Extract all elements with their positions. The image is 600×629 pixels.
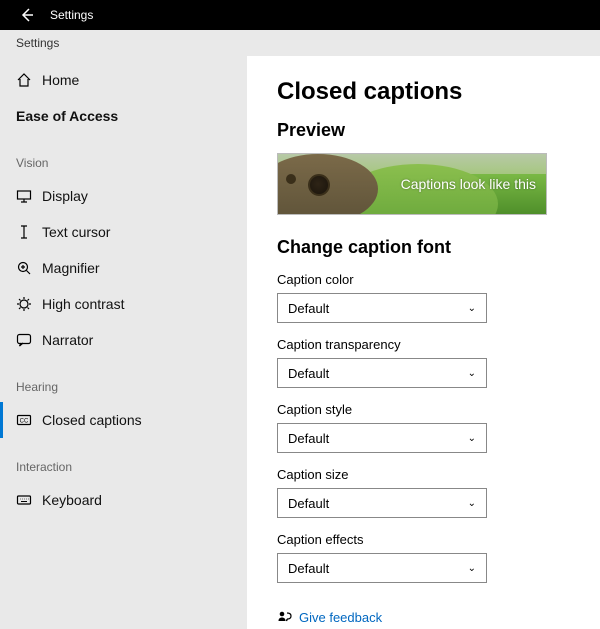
sidebar-item-closed-captions[interactable]: CC Closed captions — [0, 402, 247, 438]
chevron-down-icon: ⌄ — [468, 303, 476, 314]
page-title: Closed captions — [277, 78, 580, 106]
keyboard-icon — [16, 492, 42, 508]
caption-size-label: Caption size — [277, 467, 580, 482]
narrator-icon — [16, 332, 42, 348]
sidebar: Home Ease of Access Vision Display Text … — [0, 56, 247, 629]
sidebar-item-narrator[interactable]: Narrator — [0, 322, 247, 358]
back-arrow-icon — [19, 7, 35, 23]
caption-style-label: Caption style — [277, 402, 580, 417]
svg-text:CC: CC — [20, 419, 29, 425]
feedback-icon — [277, 609, 299, 625]
sidebar-item-label: Text cursor — [42, 224, 110, 240]
caption-style-select[interactable]: Default ⌄ — [277, 423, 487, 453]
caption-transparency-label: Caption transparency — [277, 337, 580, 352]
caption-color-label: Caption color — [277, 272, 580, 287]
sidebar-item-label: Display — [42, 188, 88, 204]
select-value: Default — [288, 366, 329, 381]
section-title-hearing: Hearing — [0, 358, 247, 402]
feedback-label: Give feedback — [299, 610, 382, 625]
sidebar-category-label: Ease of Access — [16, 108, 118, 124]
select-value: Default — [288, 431, 329, 446]
sidebar-item-magnifier[interactable]: Magnifier — [0, 250, 247, 286]
select-value: Default — [288, 496, 329, 511]
subheader-label: Settings — [0, 30, 600, 56]
sidebar-item-high-contrast[interactable]: High contrast — [0, 286, 247, 322]
back-button[interactable] — [8, 7, 46, 23]
chevron-down-icon: ⌄ — [468, 368, 476, 379]
caption-color-select[interactable]: Default ⌄ — [277, 293, 487, 323]
home-icon — [16, 72, 42, 88]
chevron-down-icon: ⌄ — [468, 563, 476, 574]
section-title: Change caption font — [277, 237, 580, 258]
caption-preview: Captions look like this — [277, 153, 547, 215]
chevron-down-icon: ⌄ — [468, 433, 476, 444]
high-contrast-icon — [16, 296, 42, 312]
text-cursor-icon — [16, 224, 42, 240]
preview-window-icon — [286, 174, 296, 184]
sidebar-item-label: Keyboard — [42, 492, 102, 508]
sidebar-item-label: High contrast — [42, 296, 124, 312]
display-icon — [16, 188, 42, 204]
closed-captions-icon: CC — [16, 412, 42, 428]
app-title: Settings — [46, 8, 93, 22]
caption-transparency-select[interactable]: Default ⌄ — [277, 358, 487, 388]
content-pane: Closed captions Preview Captions look li… — [247, 56, 600, 629]
caption-effects-select[interactable]: Default ⌄ — [277, 553, 487, 583]
sidebar-item-label: Closed captions — [42, 412, 142, 428]
caption-size-select[interactable]: Default ⌄ — [277, 488, 487, 518]
magnifier-icon — [16, 260, 42, 276]
sidebar-item-label: Home — [42, 72, 79, 88]
sidebar-item-keyboard[interactable]: Keyboard — [0, 482, 247, 518]
sidebar-category[interactable]: Ease of Access — [0, 98, 247, 134]
sidebar-item-text-cursor[interactable]: Text cursor — [0, 214, 247, 250]
preview-caption-text: Captions look like this — [401, 176, 536, 192]
sidebar-item-label: Magnifier — [42, 260, 100, 276]
select-value: Default — [288, 561, 329, 576]
sidebar-item-label: Narrator — [42, 332, 93, 348]
select-value: Default — [288, 301, 329, 316]
sidebar-item-display[interactable]: Display — [0, 178, 247, 214]
sidebar-item-home[interactable]: Home — [0, 62, 247, 98]
section-title-vision: Vision — [0, 134, 247, 178]
caption-effects-label: Caption effects — [277, 532, 580, 547]
preview-door-icon — [308, 174, 330, 196]
section-title-interaction: Interaction — [0, 438, 247, 482]
preview-title: Preview — [277, 120, 580, 141]
give-feedback-link[interactable]: Give feedback — [277, 609, 580, 625]
titlebar: Settings — [0, 0, 600, 30]
chevron-down-icon: ⌄ — [468, 498, 476, 509]
